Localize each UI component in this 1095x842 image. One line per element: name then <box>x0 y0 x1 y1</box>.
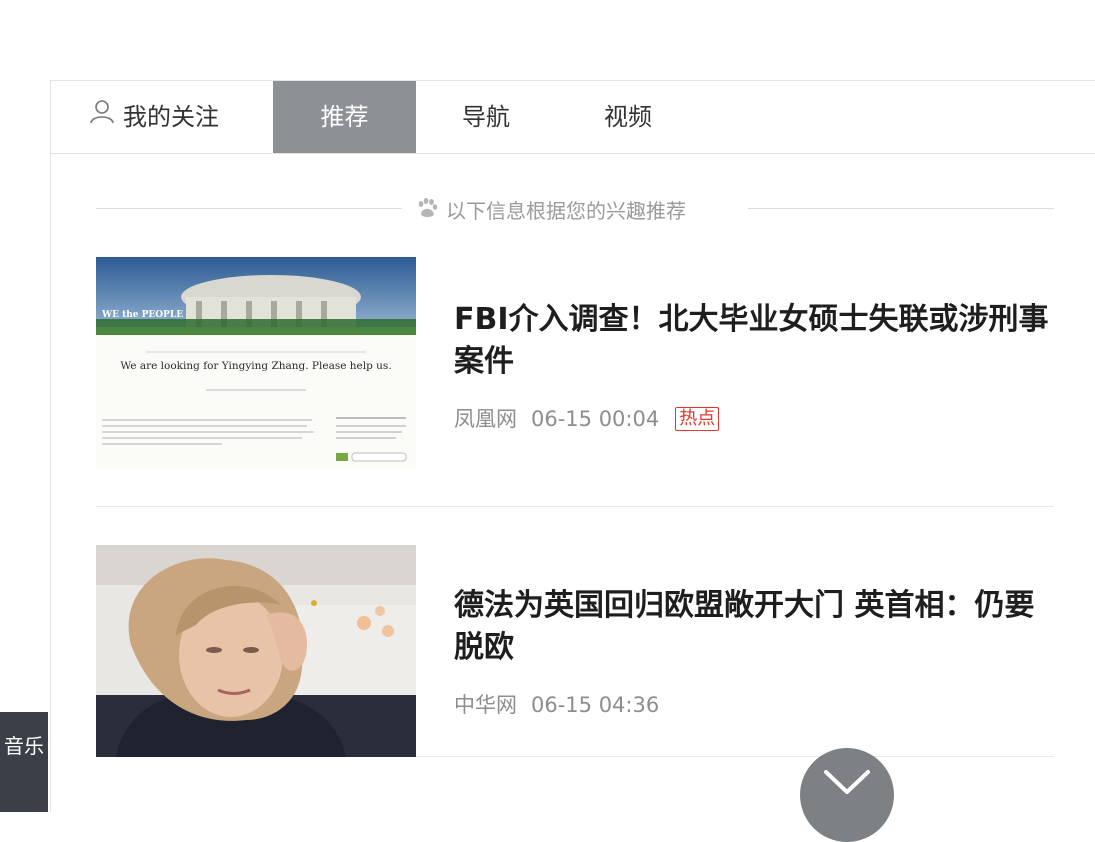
news-item: WE the PEOPLE We are looking for Yingyin… <box>96 257 1054 507</box>
tab-my-follow-label: 我的关注 <box>123 103 219 131</box>
thumb-headline: We are looking for Yingying Zhang. Pleas… <box>120 360 391 372</box>
news-title[interactable]: 德法为英国回归欧盟敞开大门 英首相：仍要脱欧 <box>454 585 1054 669</box>
user-icon <box>89 80 115 152</box>
news-source: 中华网 <box>454 693 517 717</box>
paw-icon <box>416 197 438 224</box>
news-title[interactable]: FBI介入调查！北大毕业女硕士失联或涉刑事案件 <box>454 299 1054 383</box>
news-meta: 凤凰网 06-15 00:04 热点 <box>454 403 720 433</box>
load-more-button[interactable] <box>800 748 894 842</box>
chevron-down-icon <box>824 770 870 794</box>
tab-bar: 我的关注 推荐 导航 视频 <box>51 81 1095 154</box>
news-thumbnail[interactable] <box>96 545 416 757</box>
tab-video[interactable]: 视频 <box>573 81 683 153</box>
tab-navigation[interactable]: 导航 <box>431 81 541 153</box>
news-source: 凤凰网 <box>454 407 517 431</box>
news-thumbnail[interactable]: WE the PEOPLE We are looking for Yingyin… <box>96 257 416 469</box>
divider-line-left <box>96 208 402 209</box>
news-meta: 中华网 06-15 04:36 <box>454 689 659 719</box>
news-item: 德法为英国回归欧盟敞开大门 英首相：仍要脱欧 中华网 06-15 04:36 <box>96 507 1054 757</box>
news-time: 06-15 04:36 <box>531 693 660 717</box>
divider-line-right <box>748 208 1054 209</box>
tab-recommend[interactable]: 推荐 <box>273 81 416 153</box>
hot-badge: 热点 <box>675 407 720 431</box>
thumb-banner: WE the PEOPLE <box>101 310 183 320</box>
news-panel: 我的关注 推荐 导航 视频 以下信息根据您的兴趣推荐 WE the PEOPLE… <box>50 80 1095 812</box>
feed-hint: 以下信息根据您的兴趣推荐 <box>416 195 686 224</box>
feed-hint-text: 以下信息根据您的兴趣推荐 <box>446 199 686 223</box>
feed-hint-divider: 以下信息根据您的兴趣推荐 <box>96 191 1054 227</box>
news-time: 06-15 00:04 <box>531 407 660 431</box>
music-tab-label: 音乐 <box>4 734 44 758</box>
music-tab[interactable]: 音乐 <box>0 712 48 812</box>
tab-my-follow[interactable]: 我的关注 <box>89 81 239 153</box>
